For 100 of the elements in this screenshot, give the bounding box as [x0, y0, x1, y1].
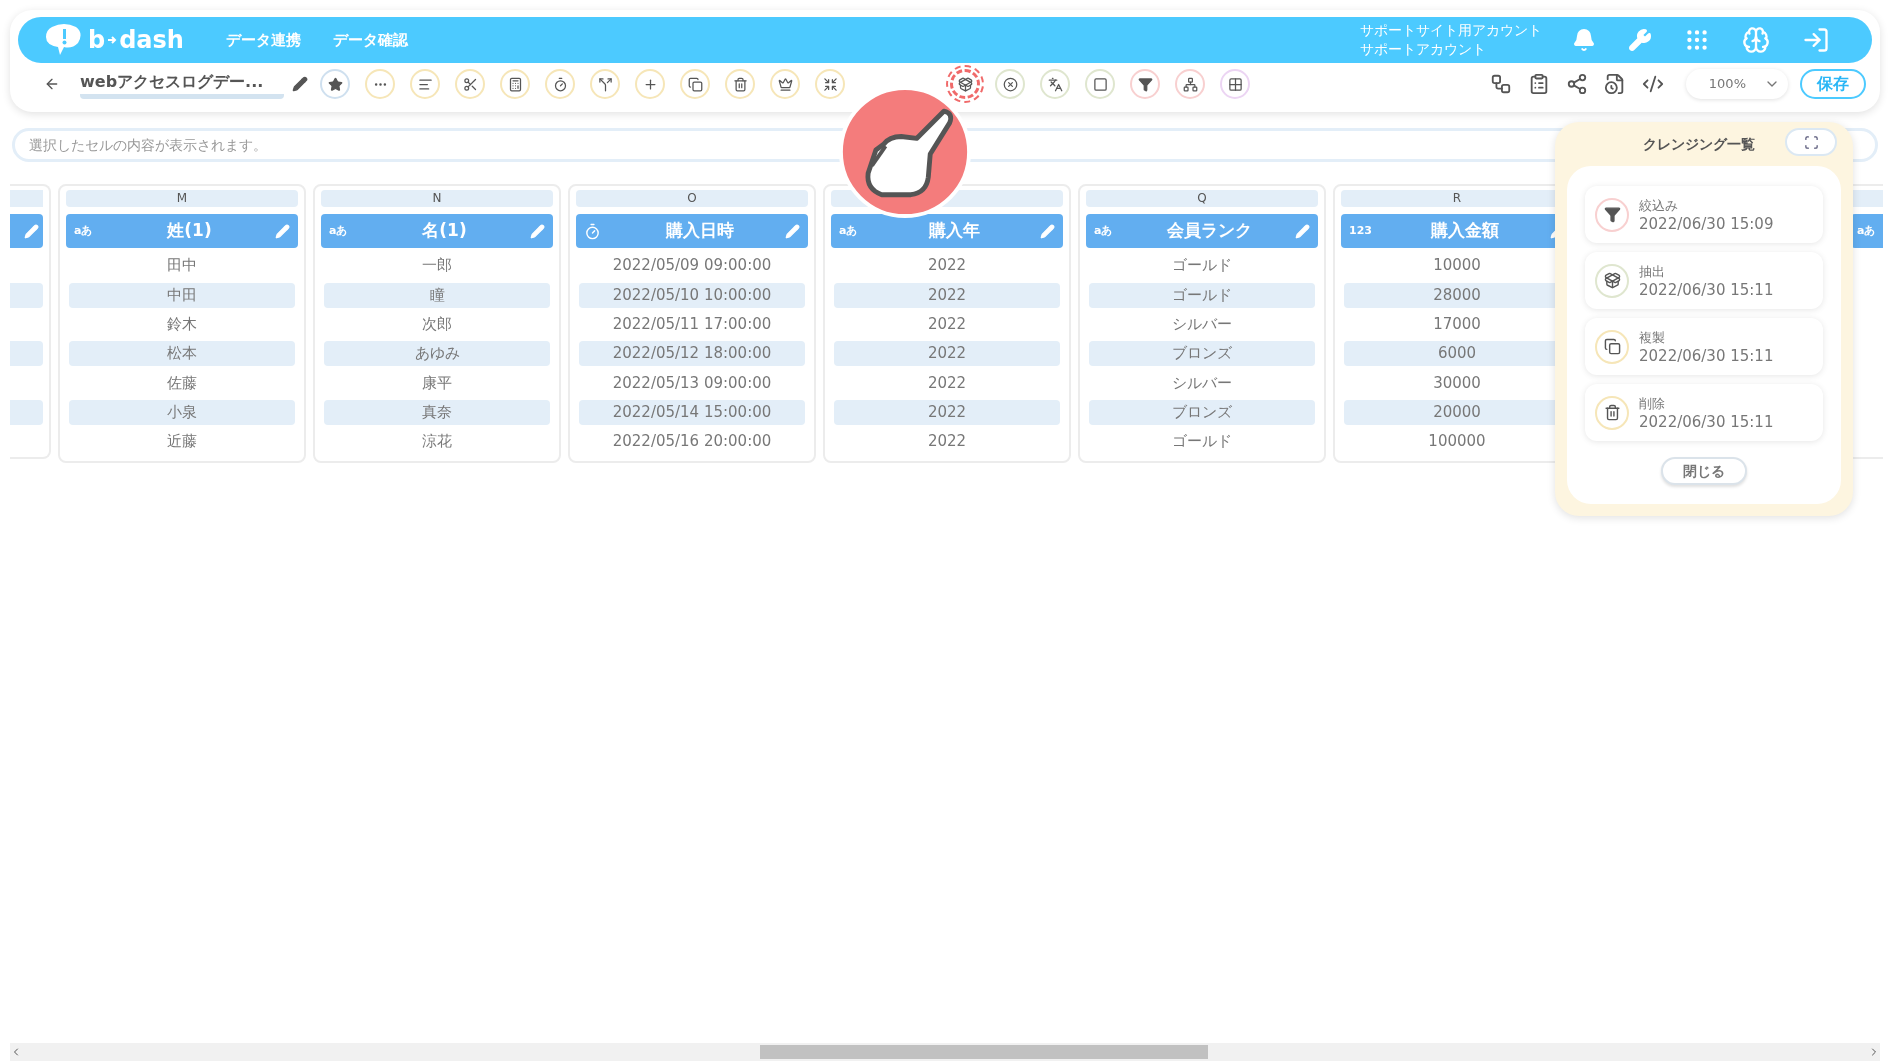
- copy-icon: [1595, 329, 1629, 364]
- split-icon[interactable]: [590, 69, 620, 99]
- table-cell: ブロンズ: [1089, 400, 1315, 426]
- table-cell-text: 2022/05/11 17:00:00: [611, 313, 773, 335]
- table-cell-text: ゴールド: [1171, 431, 1233, 453]
- type-label: 123: [1349, 222, 1372, 239]
- column-header[interactable]: 購入日時: [576, 214, 808, 248]
- copy-icon[interactable]: [680, 69, 710, 99]
- close-button[interactable]: 閉じる: [1661, 457, 1747, 485]
- table-cell-text: 30000: [1432, 372, 1482, 394]
- table-cell-text: 2022: [926, 313, 968, 335]
- type-label: aあ: [74, 222, 93, 239]
- table-cell: 2022/05/12 18:00:00: [579, 341, 805, 367]
- item-name: 複製: [1639, 328, 1666, 347]
- scissors-icon[interactable]: [455, 69, 485, 99]
- scrollbar-thumb[interactable]: [760, 1045, 1208, 1059]
- cleansing-item[interactable]: 絞込み 2022/06/30 15:09: [1585, 186, 1823, 243]
- table-cell-text: 涼花: [421, 431, 453, 453]
- table-cell-text: 2022/05/16 20:00:00: [611, 431, 773, 453]
- filter-icon: [1595, 197, 1629, 232]
- trash-icon[interactable]: [725, 69, 755, 99]
- table-cell-text: 2022/05/09 09:00:00: [611, 255, 773, 277]
- lines-icon[interactable]: [410, 69, 440, 99]
- table-cell-text: 康平: [421, 372, 453, 394]
- logo-icon: [44, 23, 84, 57]
- box-upload-icon[interactable]: [950, 69, 980, 99]
- table-cell: 中田: [69, 282, 295, 308]
- file-title[interactable]: webアクセスログデー...: [80, 69, 284, 99]
- column-header[interactable]: aあ 姓(1): [66, 214, 298, 248]
- cleansing-item[interactable]: 削除 2022/06/30 15:11: [1585, 384, 1823, 441]
- nav-link[interactable]: データ確認: [332, 28, 408, 52]
- filter-icon[interactable]: [1130, 69, 1160, 99]
- type-label: aあ: [1857, 222, 1876, 239]
- table-cell-text: シルバー: [1171, 313, 1233, 335]
- circle-x-icon[interactable]: [995, 69, 1025, 99]
- column-letter-bar: [1851, 190, 1883, 207]
- item-time: 2022/06/30 15:11: [1639, 346, 1774, 366]
- column-title: 会員ランク: [1166, 219, 1253, 243]
- type-label: aあ: [1094, 222, 1113, 239]
- timer-icon: [584, 222, 601, 240]
- table-cell: あゆみ: [324, 341, 550, 367]
- square-icon[interactable]: [1085, 69, 1115, 99]
- item-time: 2022/06/30 15:11: [1639, 412, 1774, 432]
- table-cell-text: 佐藤: [166, 372, 198, 394]
- table-cell-text: 17000: [1432, 313, 1482, 335]
- column-letter: Q: [1086, 190, 1318, 207]
- item-time: 2022/06/30 15:09: [1639, 214, 1774, 234]
- column-header[interactable]: aあ 購入年: [831, 214, 1063, 248]
- zoom-select[interactable]: 100%: [1686, 69, 1788, 99]
- panel-title: クレンジング一覧: [1643, 134, 1755, 154]
- column-letter-bar: [10, 190, 43, 207]
- column-letter: O: [576, 190, 808, 207]
- shrink-icon[interactable]: [815, 69, 845, 99]
- cleansing-item[interactable]: 複製 2022/06/30 15:11: [1585, 318, 1823, 375]
- hierarchy-icon[interactable]: [1175, 69, 1205, 99]
- column-header[interactable]: aあ 名(1): [321, 214, 553, 248]
- column-header[interactable]: aあ: [1851, 214, 1883, 248]
- table-cell: ゴールド: [1089, 282, 1315, 308]
- table-cell-text: 10000: [1432, 255, 1482, 277]
- column-letter: M: [66, 190, 298, 207]
- dots-icon[interactable]: [365, 69, 395, 99]
- table-cell-text: 2022: [926, 255, 968, 277]
- cleansing-item[interactable]: 抽出 2022/06/30 15:11: [1585, 252, 1823, 309]
- table-cell-text: 100000: [1427, 431, 1487, 453]
- share-icon[interactable]: [1566, 73, 1588, 95]
- timer-icon[interactable]: [545, 69, 575, 99]
- table-cell: 2022: [834, 341, 1060, 367]
- table-cell-text: シルバー: [1171, 372, 1233, 394]
- back-icon[interactable]: [44, 76, 60, 92]
- crown-icon[interactable]: [770, 69, 800, 99]
- cell-stripe: [10, 282, 43, 308]
- box-upload-icon: [1595, 263, 1629, 298]
- table-cell-text: 2022/05/13 09:00:00: [611, 372, 773, 394]
- type-label: aあ: [329, 222, 348, 239]
- table-cell-text: 一郎: [421, 255, 453, 277]
- table-cell: ブロンズ: [1089, 341, 1315, 367]
- code-icon[interactable]: [1642, 73, 1664, 95]
- save-button[interactable]: 保存: [1800, 69, 1866, 99]
- calculator-icon[interactable]: [500, 69, 530, 99]
- grid-icon[interactable]: [1220, 69, 1250, 99]
- edit-icon: [24, 223, 39, 239]
- trash-icon: [1595, 395, 1629, 430]
- table-cell: 瞳: [324, 282, 550, 308]
- horizontal-scrollbar[interactable]: [10, 1043, 1880, 1061]
- clipboard-icon[interactable]: [1528, 73, 1550, 95]
- translate-icon[interactable]: [1040, 69, 1070, 99]
- table-cell: 松本: [69, 341, 295, 367]
- flow-icon[interactable]: [1490, 73, 1512, 95]
- column-header[interactable]: aあ 会員ランク: [1086, 214, 1318, 248]
- account-name: サポートサイト用アカウント: [1360, 21, 1542, 40]
- column-title: 名(1): [421, 219, 468, 243]
- column-letter: N: [321, 190, 553, 207]
- file-history-icon[interactable]: [1604, 73, 1626, 95]
- table-cell-text: 2022: [926, 372, 968, 394]
- edit-icon[interactable]: [292, 76, 308, 92]
- nav-link[interactable]: データ連携: [225, 28, 301, 52]
- logo-text: b dash: [88, 25, 184, 56]
- cell-stripe: [10, 400, 43, 426]
- table-cell-text: 近藤: [166, 431, 198, 453]
- table-cell-text: 2022: [926, 431, 968, 453]
